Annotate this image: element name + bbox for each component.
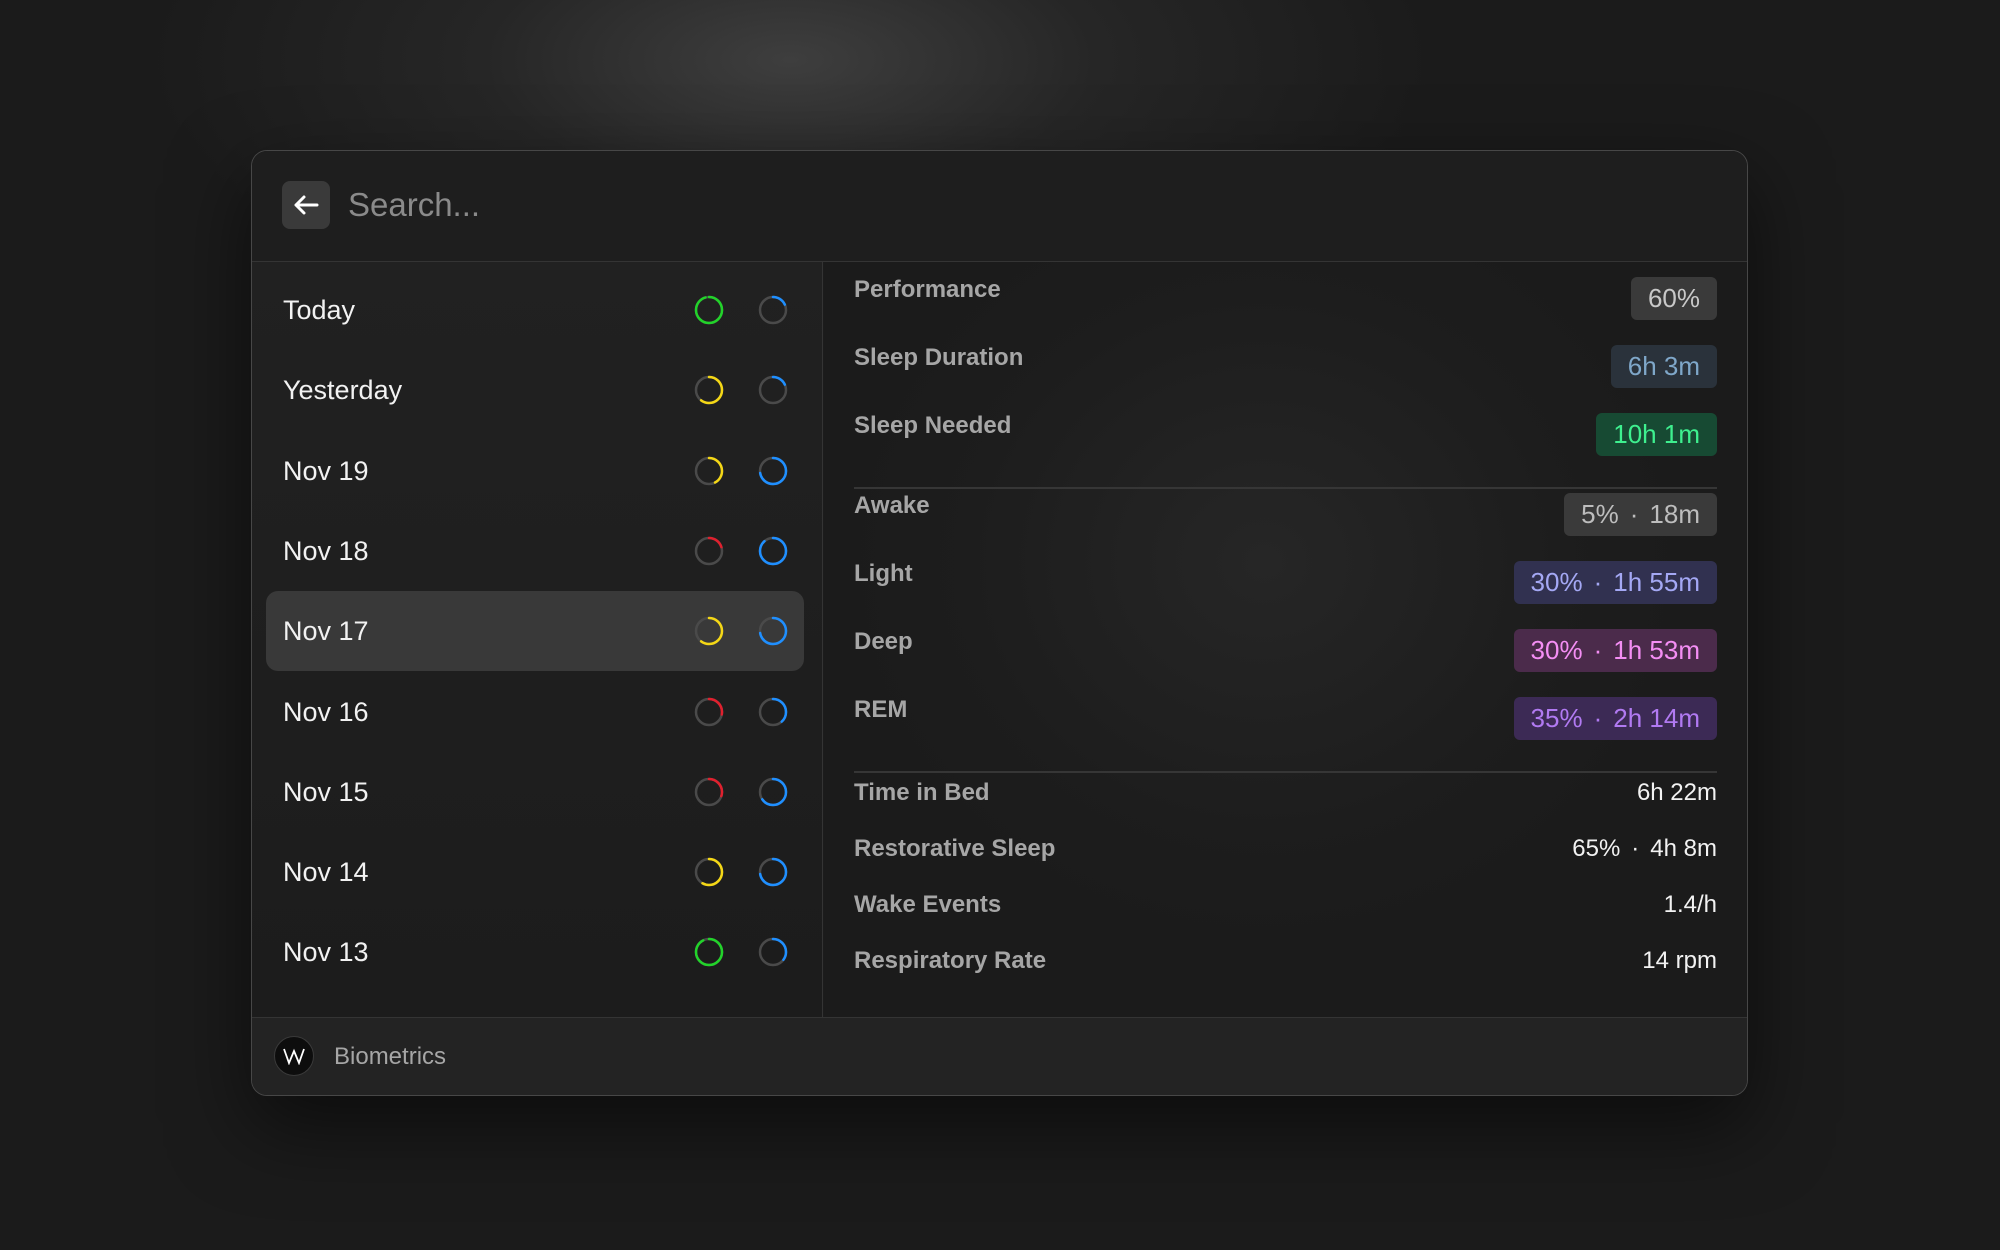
sleep-duration-label: Sleep Duration xyxy=(854,344,1024,371)
awake-label: Awake xyxy=(854,492,930,519)
separator-dot: · xyxy=(1631,835,1640,862)
day-label: Yesterday xyxy=(283,375,403,406)
restorative-percent: 65% xyxy=(1572,835,1621,862)
day-label: Nov 16 xyxy=(283,696,369,727)
app-window: Today Yesterday Nov 19 Nov 18 Nov 17 Nov 16 No… xyxy=(251,150,1748,1096)
deep-badge: 30% · 1h 53m xyxy=(1513,629,1717,672)
performance-label: Performance xyxy=(854,276,1001,303)
deep-percent: 30% xyxy=(1530,635,1583,665)
separator-dot: · xyxy=(1629,499,1639,529)
rem-badge: 35% · 2h 14m xyxy=(1513,697,1717,740)
awake-duration: 18m xyxy=(1649,499,1700,529)
recovery-ring-icon xyxy=(694,456,724,485)
day-label: Nov 14 xyxy=(283,857,369,888)
rem-duration: 2h 14m xyxy=(1613,703,1700,733)
day-list-item[interactable]: Nov 16 xyxy=(266,672,804,752)
sleep-ring-icon xyxy=(758,295,788,325)
day-label: Nov 13 xyxy=(283,937,369,968)
whoop-logo-icon[interactable] xyxy=(274,1036,314,1076)
recovery-ring-icon xyxy=(694,938,724,967)
sleep-ring-icon xyxy=(758,938,788,967)
restorative-sleep-value: 65% · 4h 8m xyxy=(1572,835,1717,863)
day-label: Today xyxy=(283,295,356,325)
recovery-ring-icon xyxy=(694,295,724,325)
light-duration: 1h 55m xyxy=(1613,567,1700,597)
divider xyxy=(854,771,1717,773)
day-label: Nov 17 xyxy=(283,616,369,647)
rem-percent: 35% xyxy=(1530,703,1583,733)
wake-events-value: 1.4/h xyxy=(1663,891,1717,918)
recovery-ring-icon xyxy=(694,697,724,726)
sleep-needed-label: Sleep Needed xyxy=(854,412,1012,439)
sleep-ring-icon xyxy=(758,697,788,726)
search-bar xyxy=(252,151,1747,262)
footer-label: Biometrics xyxy=(334,1043,447,1070)
day-list: Today Yesterday Nov 19 Nov 18 Nov 17 Nov 16 No… xyxy=(252,262,823,1019)
time-in-bed-label: Time in Bed xyxy=(854,779,990,806)
ring-progress xyxy=(694,938,724,967)
divider xyxy=(854,487,1717,489)
respiratory-rate-value: 14 rpm xyxy=(1642,947,1717,974)
separator-dot: · xyxy=(1593,703,1603,733)
sleep-ring-icon xyxy=(758,616,788,646)
ring-progress xyxy=(758,536,788,566)
sleep-details-panel: Performance 60% Sleep Duration 6h 3m Sle… xyxy=(824,262,1747,1019)
recovery-ring-icon xyxy=(694,376,724,405)
rem-label: REM xyxy=(854,696,908,723)
arrow-left-icon xyxy=(293,194,319,216)
day-list-item[interactable]: Nov 14 xyxy=(266,832,804,912)
deep-label: Deep xyxy=(854,628,913,655)
search-input[interactable] xyxy=(348,179,1708,231)
ring-progress xyxy=(694,295,724,325)
day-label: Nov 19 xyxy=(283,455,369,486)
sleep-duration-badge: 6h 3m xyxy=(1610,345,1717,388)
respiratory-rate-label: Respiratory Rate xyxy=(854,947,1047,974)
recovery-ring-icon xyxy=(694,536,724,566)
back-button[interactable] xyxy=(282,181,330,229)
sleep-ring-icon xyxy=(758,536,788,566)
time-in-bed-value: 6h 22m xyxy=(1636,779,1717,806)
separator-dot: · xyxy=(1593,567,1603,597)
wake-events-label: Wake Events xyxy=(854,891,1002,918)
sleep-ring-icon xyxy=(758,376,788,405)
sleep-ring-icon xyxy=(758,456,788,485)
restorative-duration: 4h 8m xyxy=(1650,835,1717,862)
footer: Biometrics xyxy=(252,1017,1747,1095)
day-list-item[interactable]: Nov 18 xyxy=(266,511,804,591)
day-list-item[interactable]: Nov 17 xyxy=(266,591,804,672)
recovery-ring-icon xyxy=(694,616,724,646)
sleep-needed-badge: 10h 1m xyxy=(1596,413,1717,456)
day-list-item[interactable]: Nov 13 xyxy=(266,912,804,992)
sleep-ring-icon xyxy=(758,857,788,887)
day-label: Nov 15 xyxy=(283,776,369,807)
recovery-ring-icon xyxy=(694,857,724,887)
day-list-item[interactable]: Nov 19 xyxy=(266,431,804,511)
day-list-item[interactable]: Today xyxy=(266,270,804,350)
day-label: Nov 18 xyxy=(283,535,369,566)
awake-badge: 5% · 18m xyxy=(1564,493,1717,536)
restorative-sleep-label: Restorative Sleep xyxy=(854,835,1056,862)
light-percent: 30% xyxy=(1530,567,1583,597)
day-list-item[interactable]: Yesterday xyxy=(266,350,804,430)
performance-badge: 60% xyxy=(1630,277,1717,320)
deep-duration: 1h 53m xyxy=(1613,635,1700,665)
light-label: Light xyxy=(854,560,913,587)
sleep-ring-icon xyxy=(758,777,788,807)
separator-dot: · xyxy=(1593,635,1603,665)
recovery-ring-icon xyxy=(694,777,724,807)
light-badge: 30% · 1h 55m xyxy=(1513,561,1717,604)
awake-percent: 5% xyxy=(1581,499,1619,529)
day-list-item[interactable]: Nov 15 xyxy=(266,752,804,832)
